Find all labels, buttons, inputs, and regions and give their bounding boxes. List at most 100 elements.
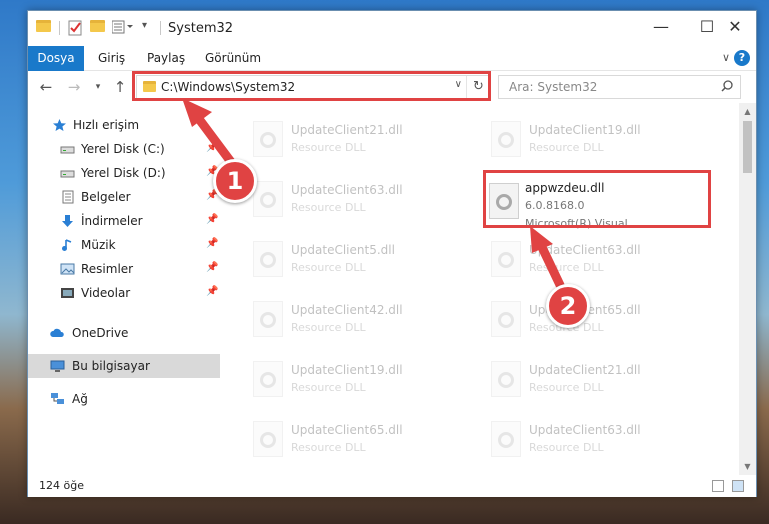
file-description: Resource DLL [291,321,366,334]
sidebar-item-label: Yerel Disk (C:) [81,142,165,156]
file-name: UpdateClient65.dll [291,423,403,437]
sidebar-item-label: İndirmeler [81,214,143,228]
title-bar: ▾ System32 — ☐ ✕ [28,11,756,46]
list-item[interactable]: UpdateClient65.dll Resource DLL [481,293,711,345]
file-name: UpdateClient63.dll [529,243,641,257]
file-name: UpdateClient63.dll [529,423,641,437]
sidebar-item-music[interactable]: Müzik 📌 [28,233,220,257]
sidebar-item-label: Yerel Disk (D:) [81,166,166,180]
help-icon[interactable]: ? [734,50,750,66]
file-highlight-box [483,170,711,228]
new-folder-icon[interactable] [90,20,106,36]
list-item[interactable]: UpdateClient19.dll Resource DLL [243,353,473,405]
customize-toolbar-icon[interactable] [111,20,133,36]
status-bar: 124 öğe [28,475,756,497]
file-name: UpdateClient63.dll [291,183,403,197]
sidebar-item-label: Bu bilgisayar [72,359,150,373]
dll-file-icon [253,121,283,157]
list-item[interactable]: UpdateClient63.dll Resource DLL [481,413,711,465]
ribbon-tabs: Dosya Giriş Paylaş Görünüm ∨ ? [28,46,756,71]
file-name: UpdateClient21.dll [291,123,403,137]
window-title: System32 [168,21,234,36]
sidebar-item-label: Müzik [81,238,116,252]
minimize-button[interactable]: — [638,11,684,43]
sidebar-item-this-pc[interactable]: Bu bilgisayar [28,354,220,378]
file-description: Resource DLL [529,381,604,394]
tab-view[interactable]: Görünüm [205,46,261,71]
pin-icon[interactable]: 📌 [206,142,218,153]
dll-file-icon [491,421,521,457]
dll-file-icon [491,241,521,277]
scroll-down-icon[interactable]: ▼ [739,458,756,475]
pin-icon[interactable]: 📌 [206,286,218,297]
tab-share[interactable]: Paylaş [147,46,185,71]
download-icon [62,215,73,227]
sidebar-item-drive-c[interactable]: Yerel Disk (C:) 📌 [28,137,220,161]
close-button[interactable]: ✕ [712,11,758,43]
list-item[interactable]: UpdateClient63.dll Resource DLL [481,233,711,285]
sidebar-item-videos[interactable]: Videolar 📌 [28,281,220,305]
list-item[interactable]: UpdateClient21.dll Resource DLL [243,113,473,165]
file-description: Resource DLL [291,261,366,274]
forward-button[interactable]: → [64,77,84,97]
recent-locations-icon[interactable]: ▾ [88,77,108,97]
search-input[interactable]: Ara: System32 [498,75,741,99]
tab-file[interactable]: Dosya [28,46,84,71]
file-description: Resource DLL [291,141,366,154]
video-icon [61,288,74,298]
sidebar-item-quick-access[interactable]: Hızlı erişim [28,113,220,137]
item-count: 124 öğe [39,479,84,492]
sidebar-item-drive-d[interactable]: Yerel Disk (D:) 📌 [28,161,220,185]
file-name: UpdateClient21.dll [529,363,641,377]
navigation-pane: Hızlı erişim Yerel Disk (C:) 📌 Yerel Dis… [28,103,223,475]
sidebar-item-downloads[interactable]: İndirmeler 📌 [28,209,220,233]
dll-file-icon [491,361,521,397]
list-item[interactable]: UpdateClient42.dll Resource DLL [243,293,473,345]
file-description: Resource DLL [529,441,604,454]
list-item[interactable]: UpdateClient63.dll Resource DLL [243,173,473,225]
dll-file-icon [253,421,283,457]
pictures-icon [60,263,75,275]
back-button[interactable]: ← [36,77,56,97]
details-view-icon[interactable] [712,480,724,492]
pin-icon[interactable]: 📌 [206,238,218,249]
pin-icon[interactable]: 📌 [206,262,218,273]
sidebar-item-label: Belgeler [81,190,131,204]
address-highlight-box [132,71,491,101]
sidebar-item-onedrive[interactable]: OneDrive [28,321,220,345]
scroll-up-icon[interactable]: ▲ [739,103,756,120]
sidebar-item-label: Resimler [81,262,134,276]
sidebar-item-label: Ağ [72,392,88,406]
divider [160,21,161,35]
list-item[interactable]: UpdateClient65.dll Resource DLL [243,413,473,465]
step-badge-1: 1 [213,159,257,203]
drive-icon [60,170,75,178]
file-name: UpdateClient5.dll [291,243,395,257]
file-description: Resource DLL [291,201,366,214]
sidebar-item-documents[interactable]: Belgeler 📌 [28,185,220,209]
drive-icon [60,146,75,154]
network-icon [51,393,64,404]
scroll-thumb[interactable] [743,121,752,173]
folder-icon [36,20,52,36]
vertical-scrollbar[interactable]: ▲ ▼ [739,103,756,475]
dll-file-icon [253,301,283,337]
chevron-down-icon[interactable]: ▾ [142,20,158,36]
large-icons-view-icon[interactable] [732,480,744,492]
expand-ribbon-icon[interactable]: ∨ [722,51,730,64]
dll-file-icon [491,121,521,157]
pin-icon[interactable]: 📌 [206,214,218,225]
list-item[interactable]: UpdateClient5.dll Resource DLL [243,233,473,285]
list-item[interactable]: UpdateClient21.dll Resource DLL [481,353,711,405]
properties-icon[interactable] [68,20,84,36]
music-icon [62,239,72,251]
tab-home[interactable]: Giriş [98,46,125,71]
sidebar-item-pictures[interactable]: Resimler 📌 [28,257,220,281]
up-button[interactable]: ↑ [110,77,130,97]
sidebar-item-network[interactable]: Ağ [28,387,220,411]
search-placeholder: Ara: System32 [509,80,598,94]
sidebar-item-label: Hızlı erişim [73,118,140,132]
sidebar-item-label: OneDrive [72,326,129,340]
search-icon[interactable] [721,80,733,92]
list-item[interactable]: UpdateClient19.dll Resource DLL [481,113,711,165]
